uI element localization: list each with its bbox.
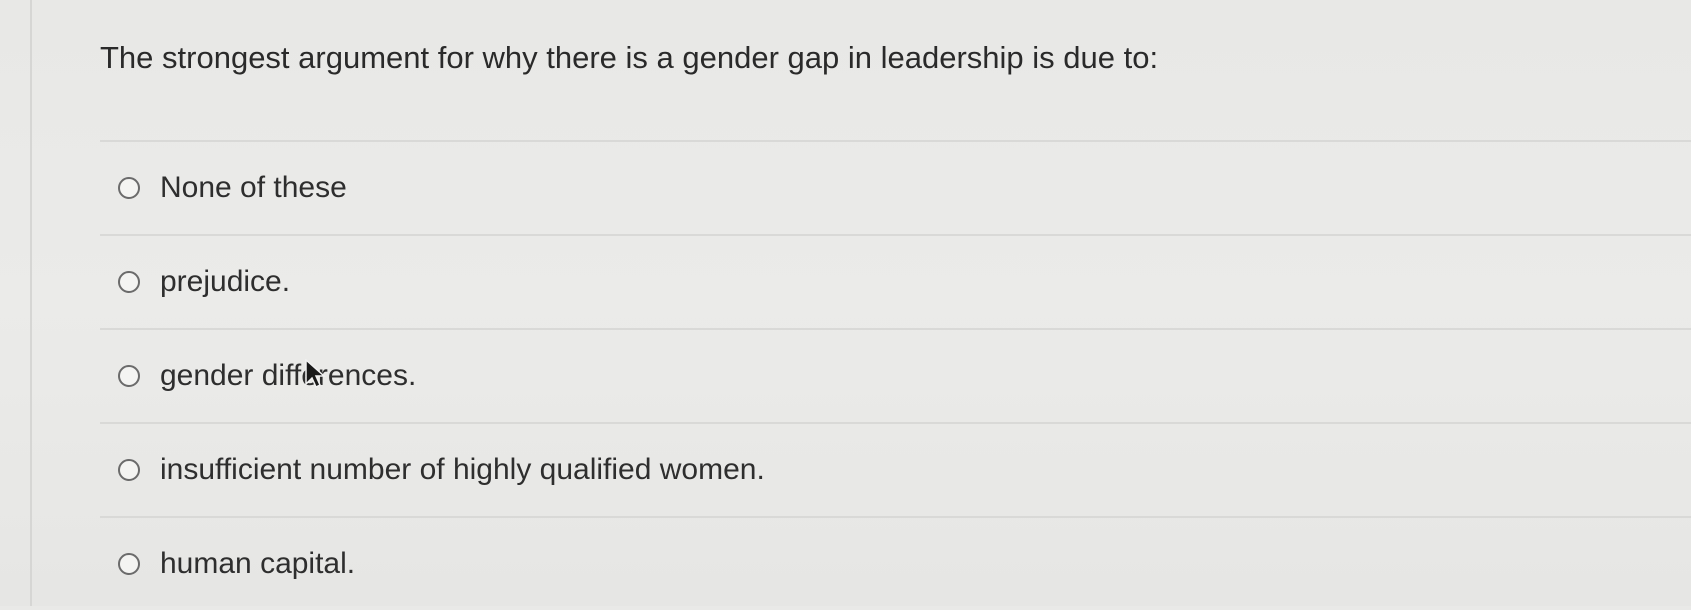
- answer-options: None of these prejudice. gender differen…: [100, 140, 1691, 610]
- quiz-page: The strongest argument for why there is …: [0, 0, 1691, 606]
- answer-option-gender-differences[interactable]: gender differences.: [100, 330, 1691, 422]
- mouse-pointer-icon: [305, 359, 326, 389]
- answer-option-label: gender differences.: [160, 359, 417, 392]
- answer-option-none-of-these[interactable]: None of these: [100, 142, 1691, 234]
- answer-option-human-capital[interactable]: human capital.: [100, 518, 1691, 610]
- radio-button-icon[interactable]: [118, 553, 140, 575]
- answer-option-label: prejudice.: [160, 265, 291, 298]
- radio-button-icon[interactable]: [118, 365, 140, 387]
- radio-button-icon[interactable]: [118, 271, 140, 293]
- answer-option-label: human capital.: [160, 547, 356, 580]
- question-text: The strongest argument for why there is …: [100, 40, 1159, 75]
- answer-option-insufficient-qualified-women[interactable]: insufficient number of highly qualified …: [100, 424, 1691, 516]
- answer-option-label: insufficient number of highly qualified …: [160, 453, 765, 486]
- radio-button-icon[interactable]: [118, 459, 140, 481]
- answer-option-prejudice[interactable]: prejudice.: [100, 236, 1691, 328]
- radio-button-icon[interactable]: [118, 177, 140, 199]
- answer-option-label: None of these: [160, 171, 347, 204]
- left-border-line: [30, 0, 32, 606]
